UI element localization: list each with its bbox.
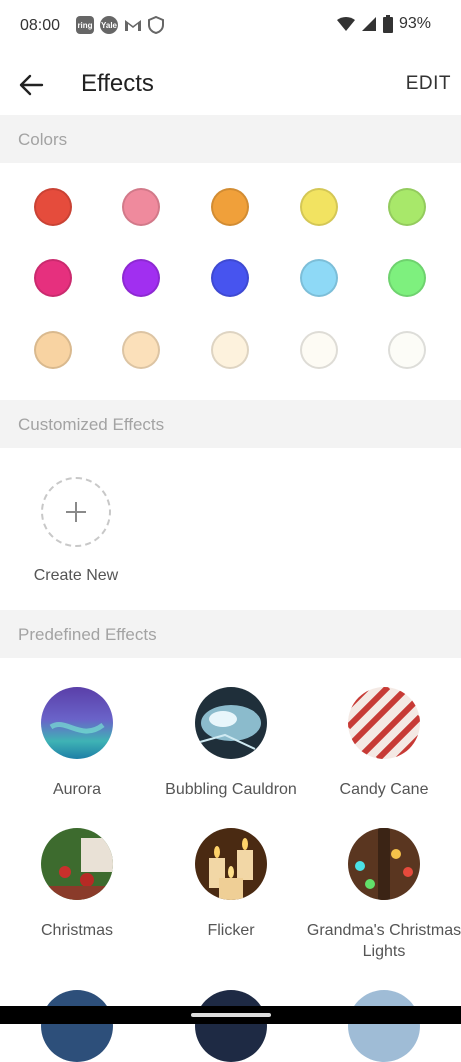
color-swatch[interactable]: [34, 259, 72, 297]
effect-label: Grandma's Christmas Lights: [306, 922, 461, 960]
effect-label: Christmas: [40, 922, 113, 939]
plus-icon: [66, 502, 86, 522]
colors-section-header: Colors: [0, 115, 461, 163]
flicker-thumbnail: [195, 828, 267, 900]
candy-cane-thumbnail: [348, 687, 420, 759]
create-new-button[interactable]: Create New: [0, 466, 152, 596]
gmail-icon: [125, 20, 141, 31]
notification-icons: ring Yale: [76, 16, 164, 34]
color-swatch[interactable]: [122, 259, 160, 297]
color-swatch[interactable]: [300, 331, 338, 369]
effect-label: Flicker: [207, 922, 255, 939]
bubbling-cauldron-thumbnail: [195, 687, 267, 759]
next-effect-thumbnail: [195, 990, 267, 1062]
color-swatch[interactable]: [388, 188, 426, 226]
color-swatch[interactable]: [122, 331, 160, 369]
create-new-label: Create New: [33, 567, 119, 584]
color-swatch[interactable]: [34, 188, 72, 226]
status-time: 08:00: [20, 17, 61, 34]
cell-signal-icon: [361, 17, 376, 31]
status-bar: 08:00 ring Yale 93%: [0, 0, 461, 52]
home-gesture-handle[interactable]: [191, 1013, 271, 1017]
app-bar: Effects EDIT: [0, 56, 461, 114]
shield-icon: [148, 16, 164, 34]
color-swatch[interactable]: [211, 331, 249, 369]
ring-app-icon: ring: [76, 16, 94, 34]
color-swatch[interactable]: [300, 188, 338, 226]
status-right: 93%: [336, 15, 431, 33]
effect-label: Aurora: [52, 781, 102, 798]
color-swatch[interactable]: [388, 259, 426, 297]
custom-header-label: Customized Effects: [18, 415, 165, 434]
christmas-thumbnail: [41, 828, 113, 900]
color-swatch[interactable]: [211, 188, 249, 226]
color-swatch[interactable]: [34, 331, 72, 369]
edit-button[interactable]: EDIT: [406, 73, 451, 95]
predefined-header-label: Predefined Effects: [18, 625, 157, 644]
create-new-circle: [41, 477, 111, 547]
color-swatch[interactable]: [388, 331, 426, 369]
color-swatch[interactable]: [300, 259, 338, 297]
arrow-left-icon: [19, 74, 44, 96]
effect-label: Candy Cane: [339, 781, 429, 798]
aurora-thumbnail: [41, 687, 113, 759]
system-nav-bar: [0, 1006, 461, 1024]
predefined-section-header: Predefined Effects: [0, 610, 461, 658]
colors-header-label: Colors: [18, 130, 68, 149]
next-effect-thumbnail: [41, 990, 113, 1062]
back-button[interactable]: [14, 68, 48, 102]
color-swatch[interactable]: [211, 259, 249, 297]
battery-icon: [382, 15, 393, 33]
battery-percent: 93%: [398, 15, 431, 32]
yale-app-icon: Yale: [100, 16, 118, 34]
color-swatch[interactable]: [122, 188, 160, 226]
wifi-icon: [336, 17, 355, 31]
grandmas-christmas-lights-thumbnail: [348, 828, 420, 900]
page-title: Effects: [81, 70, 154, 97]
custom-section-header: Customized Effects: [0, 400, 461, 448]
next-effect-thumbnail: [348, 990, 420, 1062]
effect-label: Bubbling Cauldron: [165, 781, 297, 798]
